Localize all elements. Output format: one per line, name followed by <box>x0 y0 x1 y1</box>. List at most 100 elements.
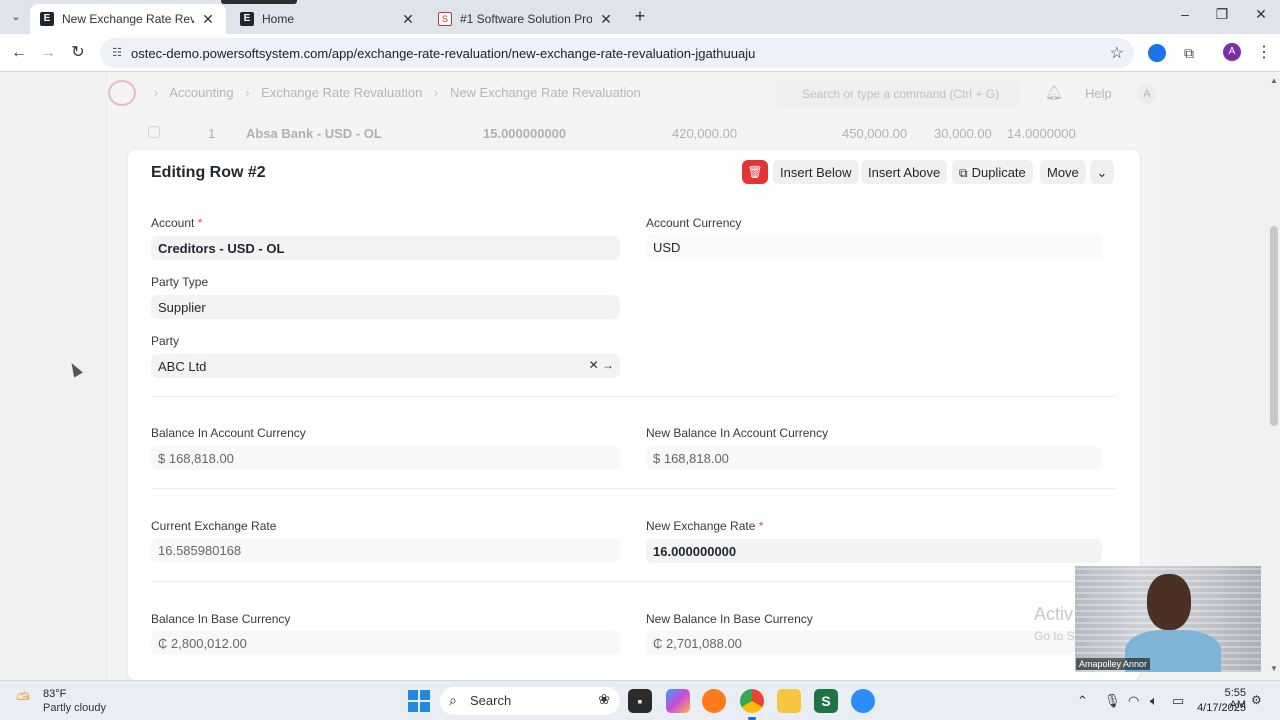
extensions-puzzle-icon[interactable]: ⧉ <box>1180 44 1198 62</box>
volume-icon[interactable]: 🔈︎ <box>1150 693 1158 709</box>
activate-windows-watermark: Activ <box>1034 604 1074 624</box>
tab-exchange-rate-revaluation[interactable]: E New Exchange Rate Revaluation ✕ <box>30 4 226 34</box>
file-explorer-icon[interactable] <box>777 689 801 713</box>
close-icon[interactable]: ✕ <box>400 11 416 28</box>
chevron-down-icon: ⌄ <box>1096 165 1108 180</box>
presenter-head <box>1147 574 1191 630</box>
open-link-arrow-icon[interactable]: → <box>602 358 614 372</box>
row-amount-2: 450,000.00 <box>842 126 908 141</box>
party-field[interactable]: ABC Ltd ✕ → <box>151 354 620 378</box>
battery-icon[interactable]: ▭ <box>1172 693 1184 709</box>
new-balance-in-base-currency-label: New Balance In Base Currency <box>646 612 813 626</box>
new-balance-in-account-currency-field: $ 168,818.00 <box>646 446 1102 470</box>
breadcrumb-accounting[interactable]: Accounting <box>169 85 233 100</box>
task-view-app-icon[interactable]: ▪ <box>628 689 652 713</box>
help-dropdown[interactable]: Help <box>1085 86 1112 101</box>
notification-bell-icon[interactable]: 🔔︎ <box>1045 84 1063 101</box>
sage-app-icon[interactable]: S <box>814 689 838 713</box>
notification-center-icon[interactable]: ⚙︎ <box>1251 693 1262 707</box>
erpnext-e-icon: E <box>240 12 254 26</box>
tab-software-solution[interactable]: S #1 Software Solution Provider i ✕ <box>428 4 624 34</box>
trash-icon: 🗑︎ <box>747 165 763 179</box>
taskbar-search-box[interactable]: ⌕ Search ❀ <box>440 687 620 715</box>
reload-icon[interactable]: ↻ <box>67 42 89 64</box>
party-value: ABC Ltd <box>158 359 207 374</box>
balance-in-account-currency-field: $ 168,818.00 <box>151 446 620 470</box>
microphone-icon[interactable]: 🎙︎ <box>1104 693 1121 709</box>
party-type-field[interactable]: Supplier <box>151 295 620 319</box>
scroll-down-icon[interactable]: ▼ <box>1270 664 1278 673</box>
erpnext-e-icon: E <box>40 12 54 26</box>
site-info-icon[interactable]: ☷ <box>110 46 124 60</box>
zoom-icon[interactable] <box>851 689 875 713</box>
row-checkbox[interactable] <box>148 126 160 138</box>
tab-home[interactable]: E Home ✕ <box>230 4 426 34</box>
clear-icon[interactable]: ✕ <box>589 358 599 372</box>
page-scrollbar[interactable]: ▲ ▼ <box>1268 72 1280 680</box>
back-arrow-icon[interactable]: ← <box>8 42 30 64</box>
address-bar[interactable]: ☷ ostec-demo.powersoftsystem.com/app/exc… <box>100 38 1134 68</box>
user-avatar[interactable]: A <box>1137 84 1157 104</box>
show-hidden-icons-chevron-icon[interactable]: ⌃ <box>1077 693 1088 709</box>
webcam-overlay: Amapolley Annor <box>1075 566 1261 672</box>
new-exchange-rate-field[interactable]: 16.000000000 <box>646 539 1102 563</box>
balance-in-account-currency-label: Balance In Account Currency <box>151 426 306 440</box>
scroll-up-icon[interactable]: ▲ <box>1270 76 1278 85</box>
close-icon[interactable]: ✕ <box>598 11 614 28</box>
party-label: Party <box>151 334 180 348</box>
search-icon: ⌕ <box>449 692 457 708</box>
delete-row-button[interactable]: 🗑︎ <box>742 160 768 184</box>
balance-in-base-currency-label: Balance In Base Currency <box>151 612 291 626</box>
breadcrumb: › Accounting › Exchange Rate Revaluation… <box>146 85 641 100</box>
firefox-icon[interactable] <box>702 689 726 713</box>
weather-description[interactable]: Partly cloudy <box>43 702 106 714</box>
profile-avatar[interactable]: A <box>1223 43 1241 61</box>
new-tab-plus-icon[interactable]: + <box>630 6 650 27</box>
taskbar-search-label: Search <box>470 693 512 708</box>
panel-title: Editing Row #2 <box>151 164 266 181</box>
url-text[interactable]: ostec-demo.powersoftsystem.com/app/excha… <box>131 46 755 61</box>
copilot-icon[interactable] <box>666 689 690 713</box>
party-link-actions: ✕ → <box>589 358 614 372</box>
browser-menu-icon[interactable]: ⋮ <box>1256 42 1272 62</box>
windows-taskbar: ⛅︎ 83°F Partly cloudy ⌕ Search ❀ ▪ S ⌃ 🎙… <box>0 680 1280 720</box>
wifi-icon[interactable]: ◠ <box>1128 693 1139 709</box>
clock-date[interactable]: 4/17/2025 <box>1196 702 1246 714</box>
minimize-icon[interactable]: – <box>1175 6 1195 22</box>
restore-icon[interactable]: ❐ <box>1212 6 1232 23</box>
row-amount-4: 14.0000000 <box>1007 126 1076 141</box>
company-logo-icon[interactable] <box>108 80 136 106</box>
extension-blue-icon[interactable] <box>1148 44 1166 62</box>
chrome-icon[interactable] <box>740 689 764 720</box>
browser-tab-strip: ⌄ E New Exchange Rate Revaluation ✕ E Ho… <box>0 0 1280 34</box>
table-row[interactable]: 1 Absa Bank - USD - OL 15.000000000 420,… <box>128 120 1140 146</box>
insert-below-button[interactable]: Insert Below <box>773 160 859 184</box>
row-amount-3: 30,000.00 <box>934 126 992 141</box>
row-amount-1: 420,000.00 <box>672 126 738 141</box>
chevron-right-icon: › <box>154 85 159 100</box>
close-icon[interactable]: ✕ <box>200 11 216 28</box>
chevron-right-icon: › <box>433 85 439 100</box>
section-divider <box>151 581 1117 582</box>
duplicate-button[interactable]: ⧉ Duplicate <box>952 160 1033 184</box>
breadcrumb-exchange-rate-revaluation[interactable]: Exchange Rate Revaluation <box>261 85 422 100</box>
weather-partly-cloudy-icon[interactable]: ⛅︎ <box>16 689 38 711</box>
tab-search-chevron-icon[interactable]: ⌄ <box>6 7 26 27</box>
section-divider <box>151 396 1117 397</box>
weather-temperature[interactable]: 83°F <box>43 688 66 700</box>
tab-title: #1 Software Solution Provider i <box>460 12 592 26</box>
scrollbar-thumb[interactable] <box>1270 226 1278 426</box>
insert-above-button[interactable]: Insert Above <box>861 160 948 184</box>
editing-row-panel: Editing Row #2 🗑︎ Insert Below Insert Ab… <box>128 150 1140 680</box>
forward-arrow-icon[interactable]: → <box>37 42 59 64</box>
tab-title: Home <box>262 12 295 26</box>
breadcrumb-new-document[interactable]: New Exchange Rate Revaluation <box>450 85 641 100</box>
move-button[interactable]: Move <box>1040 160 1086 184</box>
awesomebar-search-input[interactable]: Search or type a command (Ctrl + G) <box>776 80 1020 108</box>
window-close-icon[interactable]: ✕ <box>1251 6 1271 23</box>
new-balance-in-account-currency-label: New Balance In Account Currency <box>646 426 829 440</box>
collapse-chevron-button[interactable]: ⌄ <box>1090 160 1114 184</box>
windows-start-icon[interactable] <box>408 690 430 712</box>
bookmark-star-icon[interactable]: ☆ <box>1110 43 1124 63</box>
account-field[interactable]: Creditors - USD - OL <box>151 236 620 260</box>
